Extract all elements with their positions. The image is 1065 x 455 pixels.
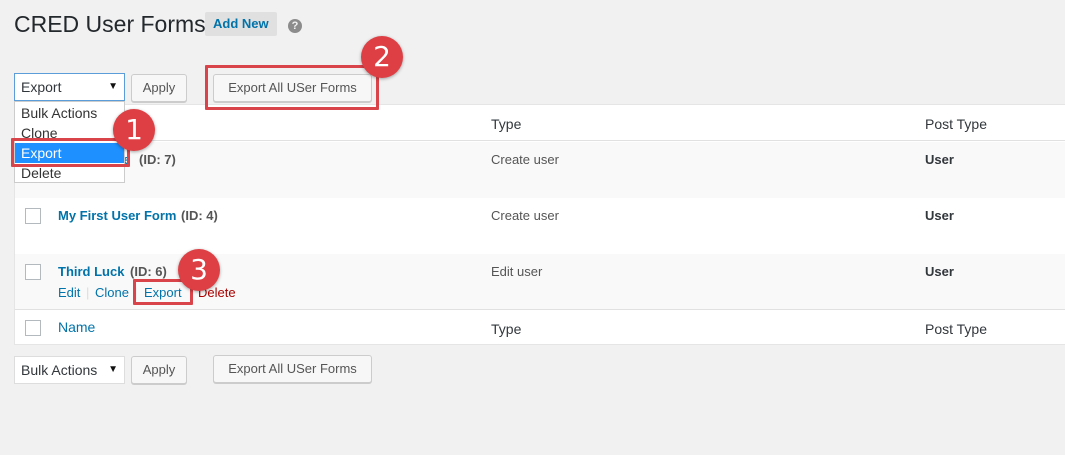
- row2-checkbox[interactable]: [25, 208, 41, 224]
- bulk-actions-select-top[interactable]: Export ▼: [14, 73, 125, 101]
- row1-type: Create user: [491, 152, 559, 167]
- column-header-type: Type: [491, 116, 522, 132]
- row-action-separator: |: [86, 285, 90, 300]
- forms-table: Type Post Type e (ID: 7) Create user Use…: [14, 104, 1065, 345]
- row3-edit-link[interactable]: Edit: [58, 285, 80, 300]
- row3-clone-link[interactable]: Clone: [95, 285, 129, 300]
- table-header-row: [15, 105, 1065, 141]
- row1-post-type: User: [925, 152, 954, 167]
- row3-id: (ID: 6): [130, 264, 167, 279]
- add-new-button[interactable]: Add New: [205, 12, 277, 36]
- row3-name-link[interactable]: Third Luck: [58, 264, 124, 279]
- step-badge-3: 3: [178, 249, 220, 291]
- table-row: [15, 198, 1065, 254]
- help-icon[interactable]: ?: [288, 19, 302, 33]
- column-footer-type: Type: [491, 321, 522, 337]
- export-all-button-bottom[interactable]: Export All USer Forms: [213, 355, 372, 383]
- row2-name-link[interactable]: My First User Form: [58, 208, 176, 223]
- table-row: [15, 142, 1065, 198]
- bulk-actions-select-top-value: Export: [21, 79, 62, 95]
- apply-button-top[interactable]: Apply: [131, 74, 187, 102]
- column-header-post-type: Post Type: [925, 116, 988, 132]
- column-footer-post-type: Post Type: [925, 321, 988, 337]
- dropdown-option-bulk-actions[interactable]: Bulk Actions: [15, 103, 124, 123]
- highlight-export-all-button: [205, 65, 379, 110]
- select-all-checkbox-bottom[interactable]: [25, 320, 41, 336]
- bulk-actions-select-bottom-value: Bulk Actions: [21, 362, 98, 378]
- apply-button-bottom[interactable]: Apply: [131, 356, 187, 384]
- page-title: CRED User Forms: [14, 11, 206, 37]
- highlight-export-option: [11, 138, 130, 167]
- select-arrow-icon: ▼: [108, 81, 118, 92]
- step-badge-2: 2: [361, 36, 403, 78]
- select-arrow-icon: ▼: [108, 364, 118, 375]
- row2-post-type: User: [925, 208, 954, 223]
- row3-post-type: User: [925, 264, 954, 279]
- row3-checkbox[interactable]: [25, 264, 41, 280]
- bulk-actions-select-bottom[interactable]: Bulk Actions ▼: [14, 356, 125, 384]
- step-badge-1: 1: [113, 109, 155, 151]
- row2-id: (ID: 4): [181, 208, 218, 223]
- row1-id: (ID: 7): [139, 152, 176, 167]
- column-footer-name[interactable]: Name: [58, 319, 95, 335]
- row2-type: Create user: [491, 208, 559, 223]
- row3-type: Edit user: [491, 264, 543, 279]
